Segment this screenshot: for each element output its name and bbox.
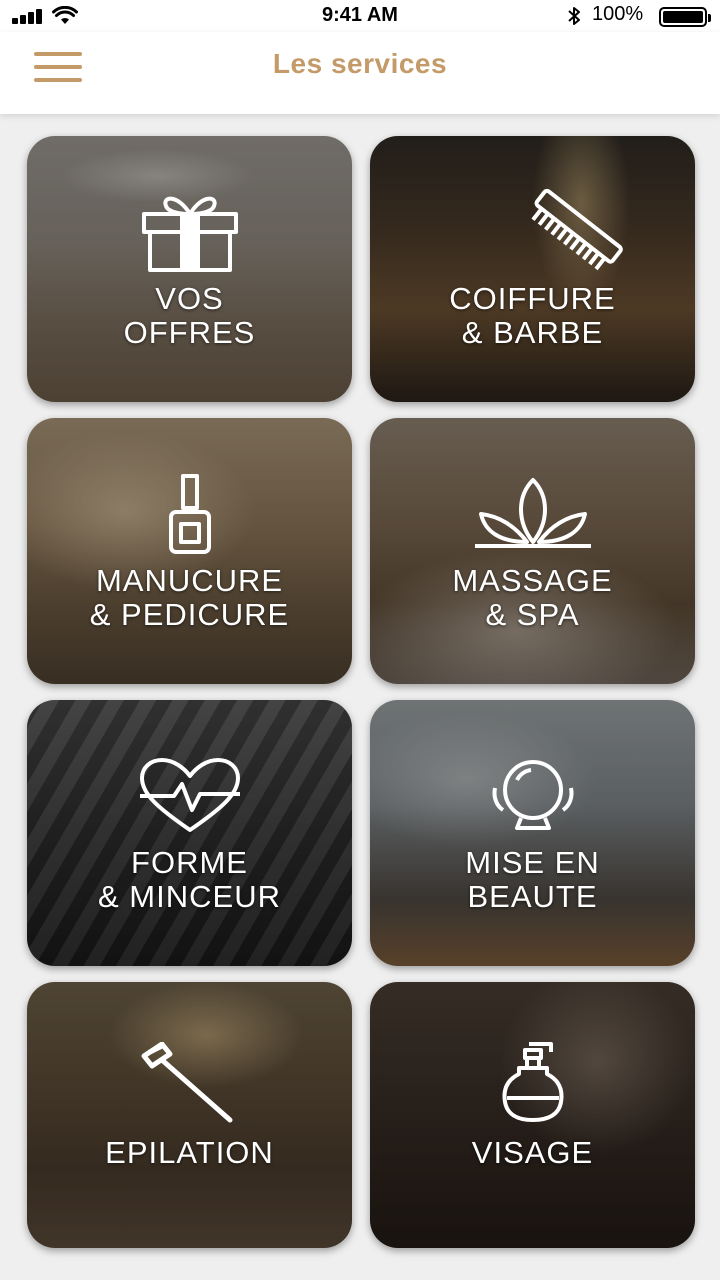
service-label: EPILATION <box>105 1135 274 1170</box>
service-label: VOS OFFRES <box>123 281 256 350</box>
service-card-epilation[interactable]: EPILATION <box>27 982 352 1248</box>
service-label: MISE EN BEAUTE <box>465 845 600 914</box>
service-card-beaute[interactable]: MISE EN BEAUTE <box>370 700 695 966</box>
mirror-icon <box>487 758 579 834</box>
lotus-icon <box>471 476 595 550</box>
bluetooth-icon <box>568 7 580 25</box>
page-title: Les services <box>272 48 448 79</box>
service-label: COIFFURE & BARBE <box>449 281 616 350</box>
heart-pulse-icon <box>138 758 242 834</box>
service-label: FORME & MINCEUR <box>98 845 281 914</box>
service-card-manucure[interactable]: MANUCURE & PEDICURE <box>27 418 352 684</box>
nail-polish-icon <box>167 472 213 556</box>
service-card-massage[interactable]: MASSAGE & SPA <box>370 418 695 684</box>
comb-icon <box>523 186 627 276</box>
service-card-coiffure[interactable]: COIFFURE & BARBE <box>370 136 695 402</box>
service-label: VISAGE <box>471 1135 594 1170</box>
service-card-forme[interactable]: FORME & MINCEUR <box>27 700 352 966</box>
battery-percentage: 100% <box>592 3 644 25</box>
app-header: Les services <box>0 32 720 114</box>
service-label: MASSAGE & SPA <box>452 563 613 632</box>
razor-icon <box>140 1042 240 1126</box>
battery-icon <box>659 7 711 27</box>
gift-icon <box>140 188 240 274</box>
service-card-visage[interactable]: VISAGE <box>370 982 695 1248</box>
status-bar: 9:41 AM 100% <box>0 0 720 32</box>
service-card-offres[interactable]: VOS OFFRES <box>27 136 352 402</box>
service-label: MANUCURE & PEDICURE <box>89 563 290 632</box>
pump-bottle-icon <box>501 1040 565 1124</box>
